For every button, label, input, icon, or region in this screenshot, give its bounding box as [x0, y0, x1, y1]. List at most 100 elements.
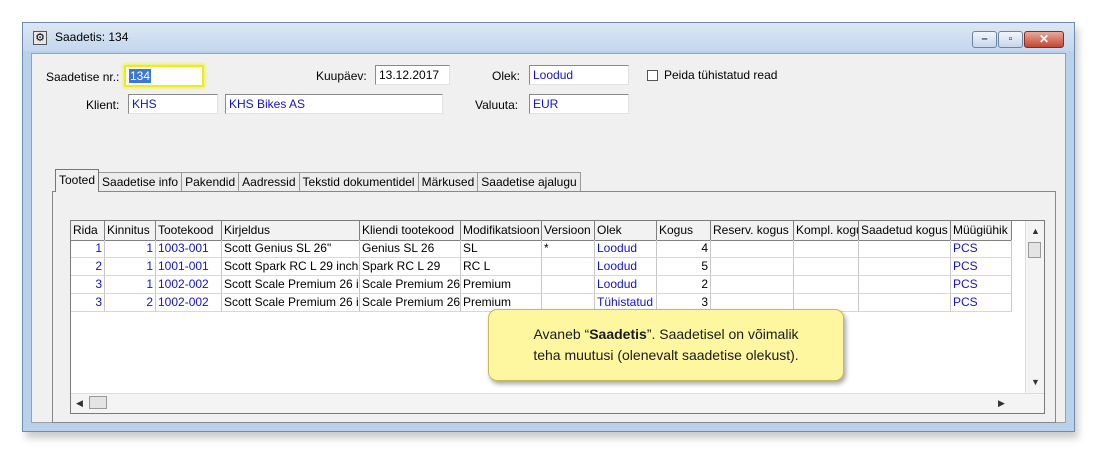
cell-tootekood[interactable]: 1002-002 — [156, 294, 222, 312]
vertical-scrollbar[interactable]: ▲ ▼ — [1025, 221, 1044, 395]
cell-reserv-kogus[interactable] — [711, 258, 794, 276]
cell-olek[interactable]: Loodud — [595, 258, 657, 276]
col-kirjeldus[interactable]: Kirjeldus — [222, 221, 360, 240]
tab-markused[interactable]: Märkused — [417, 172, 479, 192]
col-reserv-kogus[interactable]: Reserv. kogus — [711, 221, 794, 240]
cell-kogus[interactable]: 2 — [657, 276, 711, 294]
client-name-field[interactable]: KHS Bikes AS — [225, 94, 443, 114]
currency-field[interactable]: EUR — [529, 94, 629, 114]
currency-label: Valuuta: — [475, 98, 519, 112]
cell-tootekood[interactable]: 1002-002 — [156, 276, 222, 294]
col-kompl-kogus[interactable]: Kompl. kogus — [794, 221, 859, 240]
cell-saadetud-kogus[interactable] — [859, 258, 951, 276]
cell-muugiuhik[interactable]: PCS — [951, 258, 1012, 276]
horizontal-scrollbar[interactable]: ◀ ▶ — [71, 393, 1044, 413]
cell-kinnitus[interactable]: 2 — [105, 294, 156, 312]
cell-kompl-kogus[interactable] — [794, 240, 859, 258]
cell-rida[interactable]: 3 — [71, 294, 105, 312]
table-row[interactable]: 2 1 1001-001 Scott Spark RC L 29 inch Spark … — [71, 258, 1012, 276]
cell-kinnitus[interactable]: 1 — [105, 258, 156, 276]
close-icon: ✕ — [1038, 32, 1050, 46]
cell-rida[interactable]: 2 — [71, 258, 105, 276]
col-saadetud-kogus[interactable]: Saadetud kogus — [859, 221, 951, 240]
state-field[interactable]: Loodud — [529, 65, 629, 85]
cell-kompl-kogus[interactable] — [794, 258, 859, 276]
maximize-button[interactable]: ▫ — [998, 31, 1023, 48]
scroll-down-icon[interactable]: ▼ — [1031, 377, 1040, 387]
col-kliendi-tootekood[interactable]: Kliendi tootekood — [360, 221, 461, 240]
cell-rida[interactable]: 1 — [71, 240, 105, 258]
table-row[interactable]: 1 1 1003-001 Scott Genius SL 26" Genius SL 2… — [71, 240, 1012, 258]
shipment-no-value: 134 — [129, 69, 152, 83]
cell-modifikatsioon[interactable]: Premium — [461, 276, 542, 294]
vertical-scroll-thumb[interactable] — [1028, 242, 1041, 258]
date-label: Kuupäev: — [316, 69, 367, 83]
cell-tootekood[interactable]: 1003-001 — [156, 240, 222, 258]
tab-tooted[interactable]: Tooted — [55, 169, 100, 192]
cell-kirjeldus[interactable]: Scott Scale Premium 26 inch — [222, 294, 360, 312]
hide-cancelled-label: Peida tühistatud read — [664, 68, 778, 82]
cell-muugiuhik[interactable]: PCS — [951, 294, 1012, 312]
cell-kinnitus[interactable]: 1 — [105, 240, 156, 258]
shipment-no-field[interactable]: 134 — [124, 65, 204, 87]
col-versioon[interactable]: Versioon — [542, 221, 595, 240]
products-tab-panel: Rida Kinnitus Tootekood Kirjeldus Kliend… — [52, 191, 1056, 423]
col-kogus[interactable]: Kogus — [657, 221, 711, 240]
cell-kinnitus[interactable]: 1 — [105, 276, 156, 294]
hide-cancelled-checkbox[interactable] — [647, 70, 658, 81]
title-bar[interactable]: ⚙ Saadetis: 134 – ▫ ✕ — [23, 23, 1074, 51]
col-kinnitus[interactable]: Kinnitus — [105, 221, 156, 240]
tab-tekstid-dokumentidel[interactable]: Tekstid dokumentidel — [298, 172, 419, 192]
date-field[interactable]: 13.12.2017 — [375, 65, 450, 85]
cell-kliendi-tootekood[interactable]: Genius SL 26 — [360, 240, 461, 258]
cell-tootekood[interactable]: 1001-001 — [156, 258, 222, 276]
cell-modifikatsioon[interactable]: SL — [461, 240, 542, 258]
cell-saadetud-kogus[interactable] — [859, 240, 951, 258]
cell-muugiuhik[interactable]: PCS — [951, 240, 1012, 258]
cell-olek[interactable]: Loodud — [595, 240, 657, 258]
tab-aadressid[interactable]: Aadressid — [238, 172, 300, 192]
state-label: Olek: — [492, 69, 521, 83]
horizontal-scroll-thumb[interactable] — [89, 396, 107, 409]
col-muugiuhik[interactable]: Müügiühik — [951, 221, 1012, 240]
grid-header: Rida Kinnitus Tootekood Kirjeldus Kliend… — [71, 221, 1012, 241]
col-olek[interactable]: Olek — [595, 221, 657, 240]
tab-saadetise-info[interactable]: Saadetise info — [98, 172, 183, 192]
cell-saadetud-kogus[interactable] — [859, 276, 951, 294]
tab-pakendid[interactable]: Pakendid — [181, 172, 240, 192]
callout-suffix: ”. Saadetisel on võimalik — [646, 326, 799, 342]
cell-kogus[interactable]: 4 — [657, 240, 711, 258]
cell-kirjeldus[interactable]: Scott Genius SL 26" — [222, 240, 360, 258]
cell-versioon[interactable]: * — [542, 240, 595, 258]
cell-rida[interactable]: 3 — [71, 276, 105, 294]
cell-kliendi-tootekood[interactable]: Spark RC L 29 — [360, 258, 461, 276]
tab-strip: Tooted Saadetise info Pakendid Aadressid… — [55, 169, 581, 192]
col-modifikatsioon[interactable]: Modifikatsioon — [461, 221, 542, 240]
col-rida[interactable]: Rida — [71, 221, 105, 240]
close-button[interactable]: ✕ — [1024, 31, 1064, 48]
scroll-right-icon[interactable]: ▶ — [998, 398, 1005, 409]
cell-kirjeldus[interactable]: Scott Spark RC L 29 inch — [222, 258, 360, 276]
cell-versioon[interactable] — [542, 276, 595, 294]
cell-kogus[interactable]: 5 — [657, 258, 711, 276]
cell-muugiuhik[interactable]: PCS — [951, 276, 1012, 294]
scroll-left-icon[interactable]: ◀ — [76, 398, 83, 409]
col-tootekood[interactable]: Tootekood — [156, 221, 222, 240]
cell-reserv-kogus[interactable] — [711, 240, 794, 258]
client-code-field[interactable]: KHS — [128, 94, 218, 114]
cell-kompl-kogus[interactable] — [794, 276, 859, 294]
cell-modifikatsioon[interactable]: RC L — [461, 258, 542, 276]
minimize-button[interactable]: – — [972, 31, 997, 48]
cell-kliendi-tootekood[interactable]: Scale Premium 26 — [360, 276, 461, 294]
info-callout: Avaneb “Saadetis”. Saadetisel on võimali… — [488, 309, 844, 381]
cell-reserv-kogus[interactable] — [711, 276, 794, 294]
scroll-up-icon[interactable]: ▲ — [1031, 226, 1040, 236]
cell-versioon[interactable] — [542, 258, 595, 276]
cell-olek[interactable]: Loodud — [595, 276, 657, 294]
cell-saadetud-kogus[interactable] — [859, 294, 951, 312]
tab-saadetise-ajalugu[interactable]: Saadetise ajalugu — [477, 172, 581, 192]
callout-line2: teha muutusi (olenevalt saadetise olekus… — [533, 347, 799, 363]
cell-kliendi-tootekood[interactable]: Scale Premium 26 — [360, 294, 461, 312]
cell-kirjeldus[interactable]: Scott Scale Premium 26 inch — [222, 276, 360, 294]
table-row[interactable]: 311002-002Scott Scale Premium 26 inchSca… — [71, 276, 1012, 294]
